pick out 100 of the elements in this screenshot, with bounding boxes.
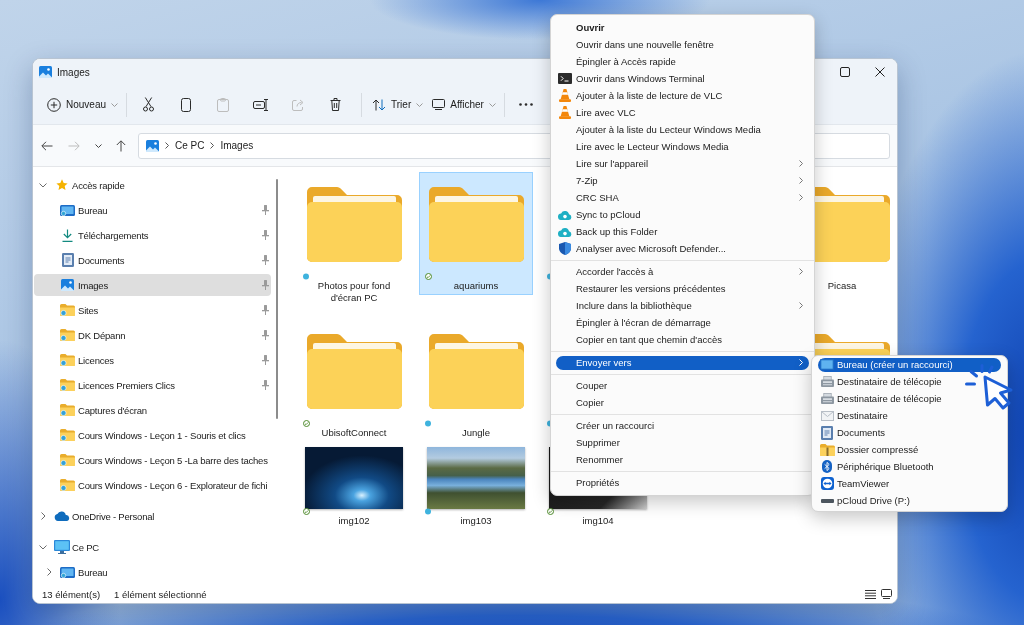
menu-item[interactable]: Accorder l'accès à [556, 264, 809, 279]
menu-item[interactable]: Lire avec le Lecteur Windows Media [556, 139, 809, 154]
breadcrumb[interactable]: Ce PC [175, 140, 205, 151]
pictures-icon [39, 66, 52, 78]
sidebar-item[interactable]: Ce PC [34, 536, 271, 558]
sort-button[interactable]: Trier [367, 89, 428, 120]
menu-item[interactable]: Ouvrir [556, 20, 809, 35]
folder-icon [60, 454, 75, 466]
document-icon [61, 253, 74, 267]
clipboard-icon [217, 97, 230, 112]
folder-icon [60, 479, 75, 491]
menu-item[interactable]: Destinataire de télécopie [818, 374, 948, 389]
up-arrow-icon [116, 139, 126, 152]
menu-item[interactable]: Inclure dans la bibliothèque [556, 298, 809, 313]
menu-item[interactable]: Lire sur l'appareil [556, 156, 809, 171]
menu-item[interactable]: Analyser avec Microsoft Defender... [556, 241, 809, 256]
window-title: Images [57, 66, 90, 78]
menu-item[interactable]: CRC SHA [556, 190, 809, 205]
folder-icon [60, 379, 75, 391]
rename-icon [252, 98, 269, 111]
menu-item[interactable]: Sync to pCloud [556, 207, 809, 222]
sidebar-item[interactable]: Sites [34, 299, 271, 321]
menu-item[interactable]: Épingler à Accès rapide [556, 54, 809, 69]
menu-item[interactable]: Destinataire de télécopie [818, 391, 948, 406]
folder-icon [60, 404, 75, 416]
new-button[interactable]: Nouveau [42, 89, 123, 120]
sidebar-item[interactable]: Cours Windows - Leçon 6 - Explorateur de fichi [34, 474, 271, 496]
breadcrumb[interactable]: Images [220, 140, 254, 151]
menu-item[interactable]: Périphérique Bluetooth [818, 459, 940, 474]
menu-item[interactable]: Supprimer [556, 435, 809, 450]
sidebar-item[interactable]: Bureau [34, 561, 271, 583]
sidebar-item[interactable]: Documents [34, 249, 271, 271]
sidebar-item[interactable]: Captures d'écran [34, 399, 271, 421]
view-button[interactable]: Afficher [427, 89, 500, 120]
sidebar-item[interactable]: DK Dépann [34, 324, 271, 346]
forward-arrow-icon [68, 140, 80, 151]
sidebar-item[interactable]: Licences Premiers Clics [34, 374, 271, 396]
menu-item[interactable]: 7-Zip [556, 173, 809, 188]
chevron-right-icon [165, 142, 169, 149]
folder-icon [60, 304, 75, 316]
file-name[interactable]: UbisoftConnect [321, 427, 387, 439]
file-name[interactable]: Photos pour fond d'écran PC [308, 280, 400, 304]
selected-folder-item[interactable]: aquariums [419, 172, 533, 295]
maximize-icon [839, 67, 850, 77]
sidebar-item[interactable]: Accès rapide [34, 174, 271, 196]
menu-item[interactable]: Dossier compressé [818, 442, 925, 457]
copy-icon [180, 97, 191, 112]
pictures-icon [61, 279, 74, 291]
computer-icon [53, 540, 70, 554]
menu-item[interactable]: Propriétés [556, 475, 809, 490]
sidebar-item[interactable]: Licences [34, 349, 271, 371]
folder-icon [428, 187, 524, 262]
sidebar-item[interactable]: Images [34, 274, 271, 296]
double-arrow-icon [820, 477, 834, 490]
folder-icon [60, 354, 75, 366]
sort-icon [372, 98, 387, 111]
menu-item[interactable]: Lire avec VLC [556, 105, 809, 120]
sidebar-item[interactable]: Cours Windows - Leçon 5 -La barre des taches [34, 449, 271, 471]
menu-item[interactable]: pCloud Drive (P:) [818, 493, 916, 508]
item-count: 13 élément(s) [42, 588, 101, 600]
desktop-icon [60, 204, 75, 216]
list-view-icon[interactable] [865, 589, 876, 599]
menu-item[interactable]: Destinataire [818, 408, 894, 423]
chevron-down-icon [94, 143, 102, 148]
sidebar-item[interactable]: OneDrive - Personal [34, 505, 271, 527]
file-name[interactable]: img103 [460, 515, 492, 527]
file-name[interactable]: aquariums [453, 280, 499, 292]
star-icon [55, 179, 68, 191]
file-name[interactable]: img104 [582, 515, 614, 527]
menu-item[interactable]: Envoyer vers [556, 355, 809, 370]
file-name[interactable]: Jungle [462, 427, 490, 439]
file-name[interactable]: img102 [338, 515, 370, 527]
file-name[interactable]: Picasa [827, 280, 857, 292]
folder-icon [428, 334, 524, 409]
caret-icon [416, 102, 424, 107]
menu-item[interactable]: Couper [556, 378, 809, 393]
caret-icon [111, 102, 119, 107]
menu-item[interactable]: Back up this Folder [556, 224, 809, 239]
menu-item[interactable]: Ouvrir dans une nouvelle fenêtre [556, 37, 809, 52]
menu-item[interactable]: TeamViewer [818, 476, 896, 491]
menu-item[interactable]: Documents [818, 425, 892, 440]
trash-icon [330, 98, 342, 111]
fax-machine-icon [820, 393, 834, 404]
menu-item[interactable]: Copier en tant que chemin d'accès [556, 332, 809, 347]
folder-icon [60, 429, 75, 441]
scrollbar-thumb[interactable] [276, 179, 278, 419]
menu-item[interactable]: Bureau (créer un raccourci) [818, 357, 1001, 372]
folder-icon [60, 329, 75, 341]
menu-item[interactable]: Ouvrir dans Windows Terminal [556, 71, 809, 86]
menu-item[interactable]: Créer un raccourci [556, 418, 809, 433]
sidebar-item[interactable]: Bureau [34, 199, 271, 221]
sidebar-item[interactable]: Cours Windows - Leçon 1 - Souris et clics [34, 424, 271, 446]
large-icons-view-icon[interactable] [881, 589, 892, 599]
menu-item[interactable]: Épingler à l'écran de démarrage [556, 315, 809, 330]
menu-item[interactable]: Copier [556, 395, 809, 410]
desktop-icon [60, 566, 75, 578]
sidebar-item[interactable]: Téléchargements [34, 224, 271, 246]
menu-item[interactable]: Renommer [556, 452, 809, 467]
menu-item[interactable]: Ajouter à la liste de lecture de VLC [556, 88, 809, 103]
menu-item[interactable]: Restaurer les versions précédentes [556, 281, 809, 296]
